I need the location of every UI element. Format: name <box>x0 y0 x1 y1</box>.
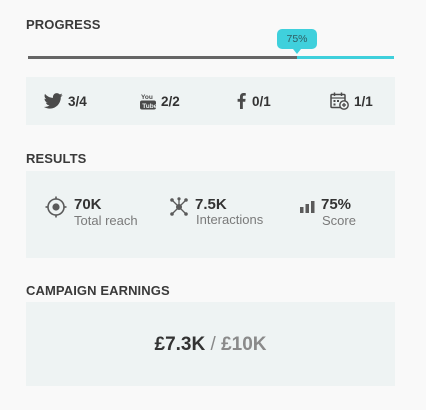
interactions-icon <box>169 197 189 222</box>
results-title: RESULTS <box>26 151 87 166</box>
youtube-icon: You Tube <box>140 92 156 110</box>
channel-stat-twitter[interactable]: 3/4 <box>44 93 87 109</box>
progress-title: PROGRESS <box>26 17 101 32</box>
youtube-count: 2/2 <box>161 93 180 109</box>
interactions-value: 7.5K <box>195 196 227 213</box>
total-reach-label: Total reach <box>74 213 138 228</box>
earnings-goal: £10K <box>221 334 267 355</box>
reach-target-icon <box>45 196 67 223</box>
earnings-title: CAMPAIGN EARNINGS <box>26 283 170 298</box>
earnings-summary: £7.3K / £10K <box>26 334 395 356</box>
progress-bar <box>28 56 394 59</box>
twitter-icon <box>44 93 63 109</box>
svg-text:Tube: Tube <box>142 103 156 110</box>
channel-stat-facebook[interactable]: 0/1 <box>236 93 271 109</box>
progress-bar-remaining <box>297 56 394 59</box>
channel-stat-calendar[interactable]: 1/1 <box>330 92 373 110</box>
total-reach-value: 70K <box>74 196 102 213</box>
progress-percent-badge: 75% <box>277 29 317 54</box>
channel-stat-youtube[interactable]: You Tube 2/2 <box>140 92 180 110</box>
score-label: Score <box>322 213 356 228</box>
progress-bar-fill <box>28 56 297 59</box>
score-bars-icon <box>300 200 315 218</box>
facebook-icon <box>236 93 247 109</box>
interactions-label: Interactions <box>196 212 264 227</box>
calendar-icon <box>330 92 349 110</box>
earnings-current: £7.3K <box>154 334 206 355</box>
facebook-count: 0/1 <box>252 93 271 109</box>
svg-text:You: You <box>141 94 153 101</box>
calendar-count: 1/1 <box>354 93 373 109</box>
score-value: 75% <box>321 196 352 213</box>
earnings-separator: / <box>210 334 216 355</box>
twitter-count: 3/4 <box>68 93 87 109</box>
